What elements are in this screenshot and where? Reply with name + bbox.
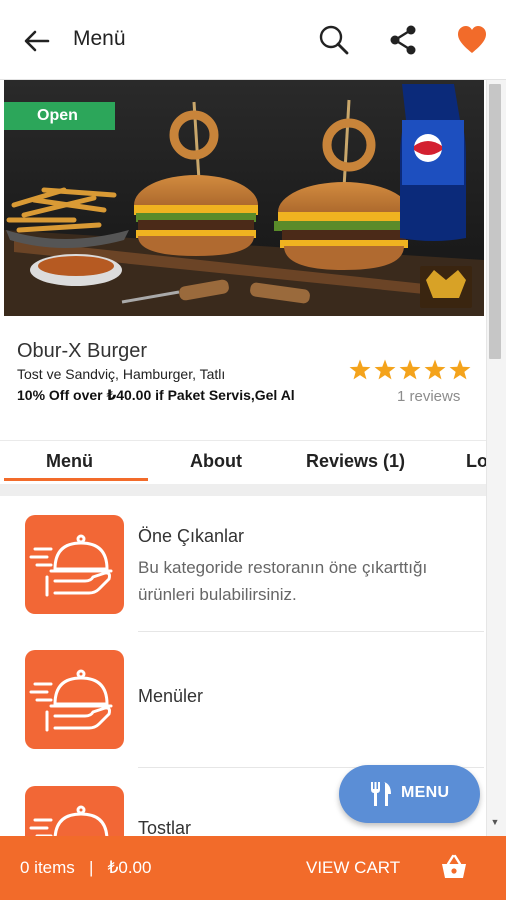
share-icon[interactable] [386,22,420,58]
app-screen: Menü Open ▼ Obur-X Burger Tost ve Sandvi… [0,0,506,900]
food-delivery-cloche-icon [25,515,124,614]
menu-fab-label: MENU [401,784,450,801]
reviews-count[interactable]: 1 reviews [397,388,460,405]
star-icon [374,359,396,380]
restaurant-name: Obur-X Burger [17,340,148,362]
cart-bar[interactable]: 0 items | ₺0.00 VIEW CART [0,836,506,900]
star-icon [449,359,471,380]
arrow-left-icon[interactable] [20,24,54,58]
star-rating [349,359,471,380]
restaurant-info: Obur-X Burger Tost ve Sandviç, Hamburger… [0,316,486,440]
list-item[interactable]: Menüler [0,632,486,768]
food-delivery-cloche-icon [25,786,124,836]
fork-knife-icon [371,782,391,806]
view-cart-button[interactable]: VIEW CART [306,858,400,878]
restaurant-categories: Tost ve Sandviç, Hamburger, Tatlı [17,366,226,382]
open-status-badge: Open [4,102,115,130]
food-delivery-cloche-icon [25,650,124,749]
page-title: Menü [73,27,126,50]
tab-menu[interactable]: Menü [46,451,93,472]
search-icon[interactable] [316,22,352,58]
restaurant-banner-image: Open [4,80,484,316]
restaurant-offer: 10% Off over ₺40.00 if Paket Servis,Gel … [17,387,295,403]
scroll-down-arrow-icon[interactable]: ▼ [489,816,501,828]
cart-items-count: 0 items [20,858,75,877]
category-title: Tostlar [138,818,192,836]
cart-total: ₺0.00 [107,858,152,877]
tab-location[interactable]: Lo [466,451,486,472]
category-title: Menüler [138,686,204,706]
basket-icon[interactable] [440,854,468,880]
cart-summary: 0 items | ₺0.00 [20,858,151,878]
app-bar: Menü [0,0,506,80]
category-title: Öne Çıkanlar [138,526,245,546]
category-description: Bu kategoride restoranın öne çıkarttığı … [138,558,428,604]
star-icon [424,359,446,380]
menu-fab-button[interactable]: MENU [339,765,480,823]
list-item[interactable]: Öne Çıkanlar Bu kategoride restoranın ön… [0,496,486,632]
star-icon [349,359,371,380]
scrollbar-thumb[interactable] [489,84,501,359]
section-divider [0,484,486,496]
cart-separator: | [88,858,94,877]
active-tab-indicator [4,478,148,481]
heart-icon[interactable] [455,22,489,58]
tab-about[interactable]: About [190,451,242,472]
tab-reviews[interactable]: Reviews (1) [306,451,405,472]
star-icon [399,359,421,380]
